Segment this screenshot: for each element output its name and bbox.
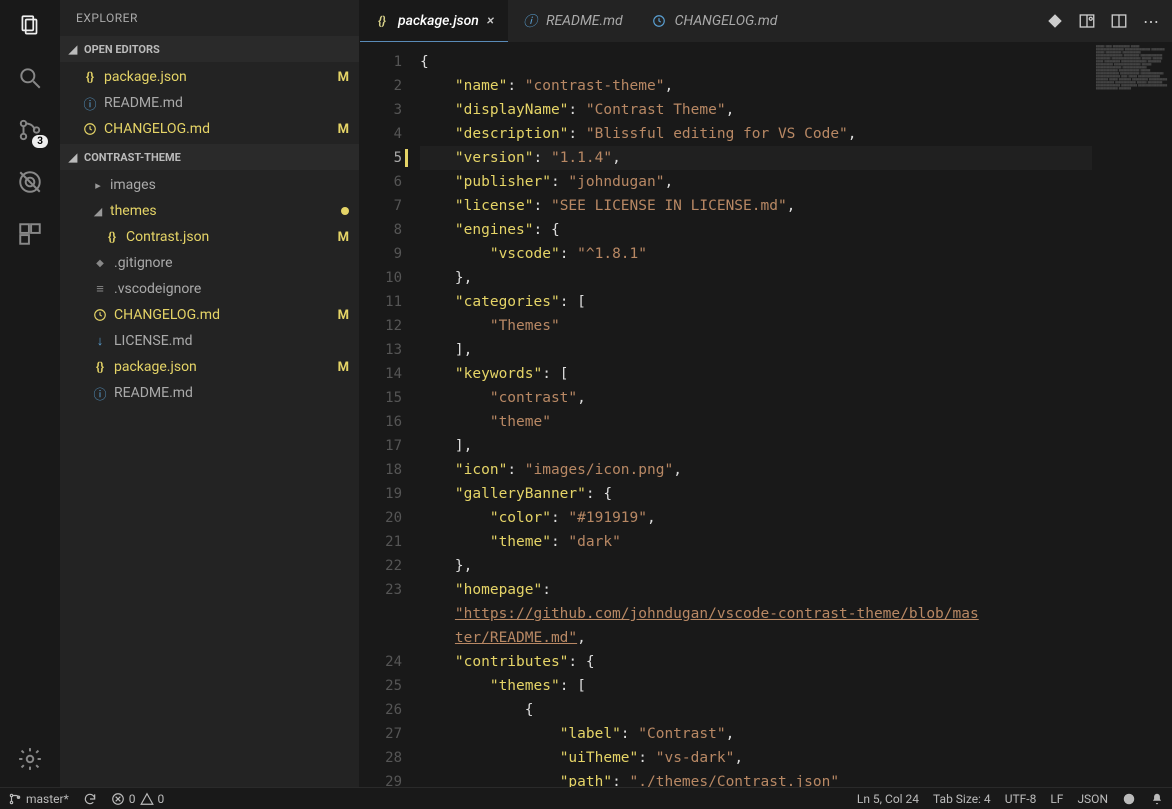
info-icon: [82, 95, 98, 111]
tab-changelog-md[interactable]: CHANGELOG.md: [637, 0, 792, 42]
info-icon: ⓘ: [522, 11, 538, 31]
info-icon: [92, 385, 108, 401]
modified-badge: M: [338, 230, 349, 245]
file-item[interactable]: Contrast.json M: [60, 224, 359, 250]
file-item[interactable]: .gitignore: [60, 250, 359, 276]
item-label: README.md: [114, 385, 349, 401]
chevron-down-icon: ◢: [66, 151, 80, 164]
json-icon: {}: [374, 14, 390, 28]
git-branch[interactable]: master*: [8, 792, 69, 806]
extensions-icon[interactable]: [16, 220, 44, 248]
code-body[interactable]: 1234567891011121314151617181920212223 24…: [360, 42, 1172, 787]
tab-label: README.md: [546, 13, 623, 29]
modified-badge: M: [338, 360, 349, 375]
feedback-icon[interactable]: [1122, 792, 1136, 806]
open-editors-header[interactable]: ◢ OPEN EDITORS: [60, 36, 359, 62]
file-item[interactable]: LICENSE.md: [60, 328, 359, 354]
clock-icon: [82, 121, 98, 137]
open-editor-item[interactable]: README.md: [60, 90, 359, 116]
item-label: themes: [110, 203, 335, 219]
sidebar: EXPLORER ◢ OPEN EDITORS package.json M REA…: [60, 0, 360, 787]
minimap[interactable]: ███████ █████ ██████████████ ███████ ███…: [1092, 42, 1172, 787]
branch-name: master*: [26, 792, 69, 806]
file-label: README.md: [104, 95, 349, 111]
item-label: Contrast.json: [126, 229, 328, 245]
explorer-icon[interactable]: [16, 12, 44, 40]
file-item[interactable]: CHANGELOG.md M: [60, 302, 359, 328]
gutter: 1234567891011121314151617181920212223 24…: [360, 42, 420, 787]
modified-badge: M: [338, 70, 349, 85]
tab-readme-md[interactable]: ⓘ README.md: [508, 0, 637, 42]
file-item[interactable]: .vscodeignore: [60, 276, 359, 302]
diff-icon[interactable]: [1046, 12, 1064, 30]
activity-bar: 3: [0, 0, 60, 787]
scm-badge: 3: [32, 135, 48, 148]
file-item[interactable]: README.md: [60, 380, 359, 406]
chevron-right-icon: ▸: [92, 179, 104, 192]
project-label: CONTRAST-THEME: [84, 151, 181, 164]
close-icon[interactable]: ×: [487, 13, 494, 29]
tab-actions: ⋯: [1046, 0, 1172, 42]
file-item[interactable]: package.json M: [60, 354, 359, 380]
tab-label: CHANGELOG.md: [675, 13, 778, 29]
clock-icon: [92, 307, 108, 323]
item-label: CHANGELOG.md: [114, 307, 328, 323]
json-icon: [92, 359, 108, 375]
code-content[interactable]: { "name": "contrast-theme", "displayName…: [420, 42, 1092, 787]
open-editors-label: OPEN EDITORS: [84, 43, 160, 56]
project-header[interactable]: ◢ CONTRAST-THEME: [60, 144, 359, 170]
folder-item[interactable]: ◢ themes: [60, 198, 359, 224]
status-bar: master* 0 0 Ln 5, Col 24 Tab Size: 4 UTF…: [0, 787, 1172, 809]
warning-count: 0: [158, 792, 165, 806]
settings-icon[interactable]: [16, 745, 44, 773]
debug-icon[interactable]: [16, 168, 44, 196]
item-label: .vscodeignore: [114, 281, 349, 297]
cursor-position[interactable]: Ln 5, Col 24: [857, 792, 919, 806]
item-label: package.json: [114, 359, 328, 375]
chevron-down-icon: ◢: [66, 43, 80, 56]
item-label: images: [110, 177, 349, 193]
more-icon[interactable]: ⋯: [1142, 12, 1160, 30]
bell-icon[interactable]: [1150, 792, 1164, 806]
split-editor-icon[interactable]: [1110, 12, 1128, 30]
item-label: LICENSE.md: [114, 333, 349, 349]
dirty-dot-icon: [341, 207, 349, 215]
scm-icon[interactable]: 3: [16, 116, 44, 144]
problems[interactable]: 0 0: [111, 792, 165, 806]
arrow-icon: [92, 333, 108, 349]
split-preview-icon[interactable]: [1078, 12, 1096, 30]
sync-icon[interactable]: [83, 792, 97, 806]
json-icon: [104, 229, 120, 245]
sidebar-title: EXPLORER: [60, 0, 359, 36]
open-editor-item[interactable]: package.json M: [60, 64, 359, 90]
json-icon: [82, 69, 98, 85]
search-icon[interactable]: [16, 64, 44, 92]
encoding[interactable]: UTF-8: [1005, 792, 1037, 806]
clock-icon: [651, 14, 667, 28]
item-label: .gitignore: [114, 255, 349, 271]
tab-label: package.json: [398, 13, 479, 29]
tab-size[interactable]: Tab Size: 4: [933, 792, 991, 806]
modified-badge: M: [338, 122, 349, 137]
chevron-down-icon: ◢: [92, 205, 104, 218]
error-count: 0: [129, 792, 136, 806]
editor-area: {}package.json×ⓘREADME.mdCHANGELOG.md ⋯ …: [360, 0, 1172, 787]
folder-item[interactable]: ▸ images: [60, 172, 359, 198]
eol[interactable]: LF: [1050, 792, 1063, 806]
language-mode[interactable]: JSON: [1077, 792, 1108, 806]
tab-package-json[interactable]: {} package.json ×: [360, 0, 508, 42]
open-editor-item[interactable]: CHANGELOG.md M: [60, 116, 359, 142]
git-icon: [92, 255, 108, 271]
file-label: CHANGELOG.md: [104, 121, 328, 137]
lines-icon: [92, 281, 108, 297]
file-label: package.json: [104, 69, 328, 85]
modified-badge: M: [338, 308, 349, 323]
tab-bar: {} package.json × ⓘ README.md CHANGELOG.md ⋯: [360, 0, 1172, 42]
